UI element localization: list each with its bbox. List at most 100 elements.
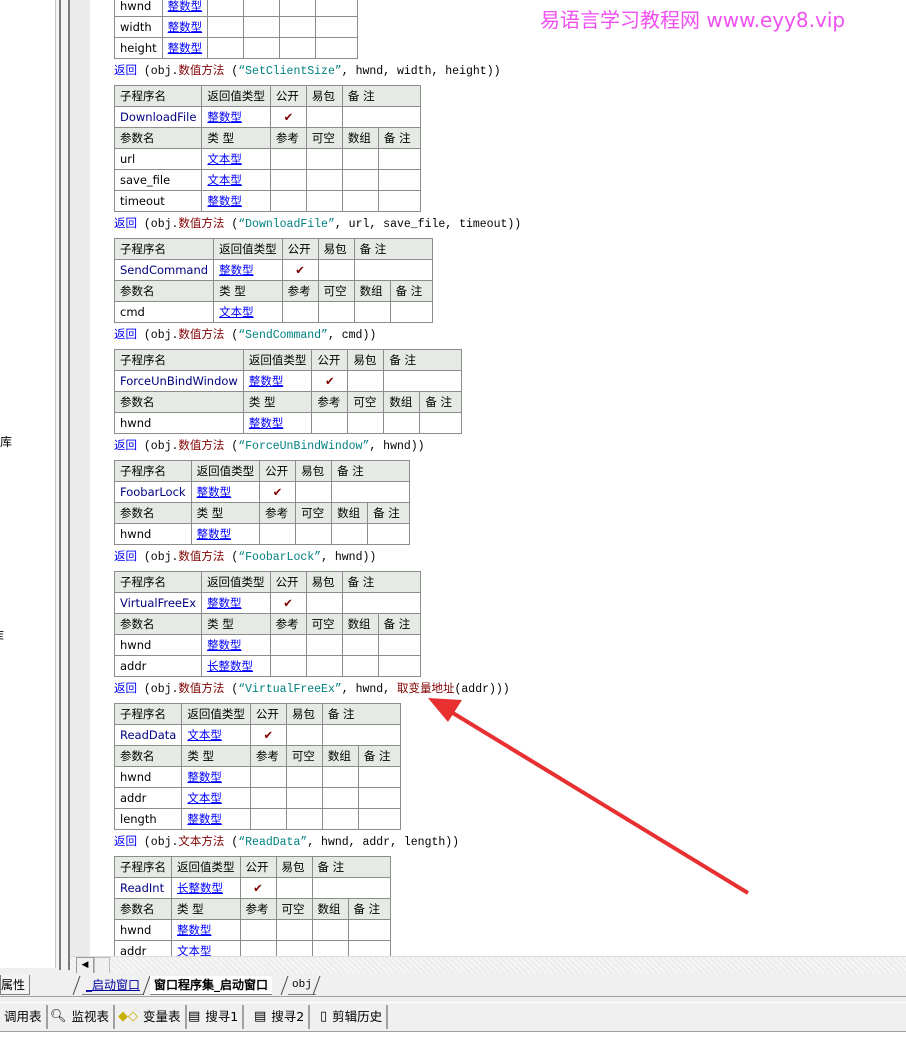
header-remark: 备 注 [353,238,433,260]
code-token-plain: , hwnd)) [369,440,425,453]
param-type-link: 整数型 [161,0,209,17]
param-cell [321,808,359,830]
code-token-str: “SetClientSize” [238,65,342,78]
param-type-link: 整数型 [201,634,271,656]
param-row: hwnd 整数型 [114,919,391,941]
param-header-nullable: 可空 [317,280,355,302]
param-name: hwnd [114,0,163,17]
remark-cell [321,724,401,746]
code-content: hwnd 整数型 width 整数型 height 整数型 返回 (obj.数值方法 (“S… [113,0,521,956]
subroutine-table: 子程序名 返回值类型 公开 易包备 注 DownloadFile 整数型 ✔ 参数名类 型参考… [113,85,421,212]
code-token-plain: ( [224,218,239,231]
return-statement: 返回 (obj.数值方法 (“FoobarLock”, hwnd)) [114,545,521,571]
subroutine-name: SendCommand [113,259,215,281]
param-cell [311,412,349,434]
param-type-link: 文本型 [201,148,271,170]
code-token-kw: 返回 [114,681,137,695]
public-checkmark: ✔ [239,877,277,899]
code-editor[interactable]: hwnd 整数型 width 整数型 height 整数型 返回 (obj.数值方法 (“S… [90,0,906,956]
header-remark: 备 注 [341,571,421,593]
param-cell [243,16,281,38]
code-token-plain: ( [224,329,239,342]
watch-table-button[interactable]: 🔍︎ 监视表 [46,1005,116,1029]
code-token-method: 数值方法 [178,327,225,341]
param-cell [305,190,343,212]
left-panel-text: 库 [0,627,4,644]
search1-button[interactable]: ▤ 搜寻1 [184,1005,245,1029]
param-cell [269,634,307,656]
subroutine-row: ForceUnBindWindow 整数型 ✔ [114,370,463,392]
header-remark: 备 注 [341,85,421,107]
param-row: url 文本型 [113,148,421,170]
param-header-nullable: 可空 [295,502,333,524]
public-checkmark: ✔ [281,259,319,281]
subroutine-row: FoobarLock 整数型 ✔ [114,481,411,503]
splitter[interactable] [56,0,70,970]
subroutine-row: DownloadFile 整数型 ✔ [113,106,421,128]
remark-cell [353,259,433,281]
param-cell [295,523,333,545]
param-row: hwnd 整数型 [114,412,463,434]
param-cell [243,37,281,59]
param-header-row: 参数名类 型参考 可空 数组备 注 [113,613,421,635]
remark-cell [311,877,391,899]
param-type-link: 整数型 [171,919,241,941]
scroll-left-button[interactable]: ◀ [76,957,94,974]
header-remark: 备 注 [331,460,411,482]
table-header-row: 子程序名 返回值类型 公开 易包备 注 [113,571,421,593]
tab-obj[interactable]: obj [288,976,316,995]
easy-pkg-cell [347,370,385,392]
param-cell [331,523,369,545]
code-token-plain: , hwnd, [341,683,397,696]
bottom-toolbar: 调用表 🔍︎ 监视表 ◆◇ 变量表 ▤ 搜寻1 ▤ 搜寻2 ▯ 剪辑历史 [0,1002,906,1030]
tab-window-assembly[interactable]: 窗口程序集_启动窗口 [150,976,273,995]
param-cell [347,919,391,941]
header-easy-pkg: 易包 [295,460,333,482]
param-name: addr [114,940,172,956]
search2-button[interactable]: ▤ 搜寻2 [250,1005,311,1029]
search-list-icon: ▤ [254,1009,267,1024]
param-type-link: 整数型 [161,16,209,38]
tab-properties[interactable]: 属性 [0,975,30,995]
clipboard-history-button[interactable]: ▯ 剪辑历史 [316,1005,389,1029]
horizontal-scrollbar[interactable]: ◀ [70,956,906,974]
param-row: addr 长整数型 [113,655,421,677]
header-easy-pkg: 易包 [275,856,313,878]
easy-pkg-cell [295,481,333,503]
param-row: addr 文本型 [114,940,391,956]
header-sub-name: 子程序名 [113,571,203,593]
param-name: hwnd [114,523,192,545]
param-header-array: 数组 [321,745,359,767]
param-cell [239,940,277,956]
param-type-link: 整数型 [161,37,209,59]
param-cell [357,787,401,809]
header-remark: 备 注 [321,703,401,725]
public-checkmark: ✔ [259,481,297,503]
header-public: 公开 [269,85,307,107]
scroll-thumb[interactable] [94,957,110,974]
param-header-type: 类 型 [242,391,313,413]
param-header-nullable: 可空 [305,127,343,149]
variable-table-button[interactable]: ◆◇ 变量表 [114,1005,187,1029]
subroutine-row: SendCommand 整数型 ✔ [113,259,433,281]
param-name: length [113,808,183,830]
param-cell [249,808,287,830]
param-type-link: 文本型 [181,787,251,809]
param-cell [285,766,323,788]
param-header-param_name: 参数名 [114,391,244,413]
param-header-remark: 备 注 [377,613,421,635]
code-token-str: “ReadData” [238,836,308,849]
param-type-link: 文本型 [201,169,271,191]
param-header-param_name: 参数名 [113,613,203,635]
header-easy-pkg: 易包 [285,703,323,725]
tab-startup-window[interactable]: _启动窗口 [82,976,145,995]
remark-cell [383,370,463,392]
return-type-link: 整数型 [213,259,283,281]
call-table-button[interactable]: 调用表 [0,1005,48,1029]
param-header-param_name: 参数名 [113,745,183,767]
button-label: 搜寻1 [205,1009,239,1024]
code-token-str: “SendCommand” [238,329,328,342]
param-row: length 整数型 [113,808,401,830]
header-public: 公开 [281,238,319,260]
search-list-icon: ▤ [188,1009,201,1024]
